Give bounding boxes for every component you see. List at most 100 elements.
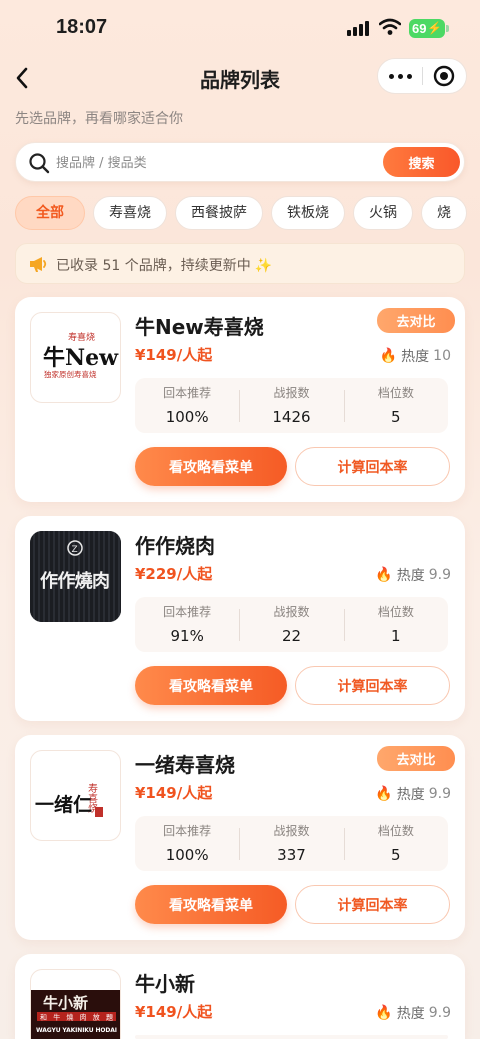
brand-card[interactable]: 牛小新 和牛燒肉放題 WAGYU YAKINIKU HODAI 牛小新 ¥149… <box>15 954 465 1039</box>
stats-panel: 回本推荐 91% 战报数 22 档位数 1 <box>135 597 448 652</box>
category-tab-bbq[interactable]: 烧 <box>421 196 467 230</box>
stat-value: 1426 <box>272 408 311 426</box>
battery-level: 69 <box>412 21 427 36</box>
stat-recommend: 回本推荐 91% <box>135 597 239 652</box>
fire-icon: 🔥 <box>375 786 393 802</box>
brand-price: ¥149/人起 <box>135 1003 213 1021</box>
brand-name: 牛小新 <box>135 972 195 996</box>
stat-recommend: 回本推荐 100% <box>135 816 239 871</box>
stat-value: 100% <box>165 408 209 426</box>
notice-bar: 已收录 51 个品牌，持续更新中 ✨ <box>15 243 465 284</box>
mini-program-capsule <box>377 58 467 94</box>
wifi-icon <box>378 18 402 36</box>
category-tab-western-pizza[interactable]: 西餐披萨 <box>175 196 263 230</box>
logo-sub-text: 独家原创寿喜烧 <box>44 369 97 379</box>
search-button[interactable]: 搜索 <box>383 147 460 177</box>
stat-value: 91% <box>170 627 204 645</box>
brand-logo: 牛小新 和牛燒肉放題 WAGYU YAKINIKU HODAI <box>30 969 121 1039</box>
category-tabs: 全部 寿喜烧 西餐披萨 铁板烧 火锅烧 <box>15 196 480 232</box>
heat-label: 热度 <box>396 787 425 803</box>
brand-card[interactable]: 寿喜烧 一绪仁 一绪寿喜烧 ¥149/人起 去对比 🔥 热度 9.9 回本推荐 100… <box>15 735 465 940</box>
stat-tiers: 档位数 5 <box>343 378 448 433</box>
page-subtitle: 先选品牌，再看哪家适合你 <box>15 111 183 127</box>
stat-reports: 战报数 1426 <box>239 378 343 433</box>
category-tab-hotpot[interactable]: 火锅 <box>353 196 413 230</box>
battery-icon: 69 ⚡ <box>409 19 445 38</box>
heat-value: 9.9 <box>428 786 451 802</box>
stat-reports: 战报数 337 <box>239 816 343 871</box>
calc-return-button[interactable]: 计算回本率 <box>295 447 450 486</box>
calc-return-button[interactable]: 计算回本率 <box>295 885 450 924</box>
signal-icon <box>347 20 371 36</box>
stat-recommend: 回本推荐 100% <box>135 378 239 433</box>
stat-value: 100% <box>165 846 209 864</box>
stat-label: 回本推荐 <box>163 824 212 838</box>
brand-logo: Z 作作燒肉 <box>30 531 121 622</box>
category-tab-all[interactable]: 全部 <box>15 196 85 230</box>
guide-menu-button[interactable]: 看攻略看菜单 <box>135 885 287 924</box>
heat-indicator: 🔥 热度 10 <box>380 346 451 366</box>
brand-logo: 寿喜烧 牛New 独家原创寿喜烧 <box>30 312 121 403</box>
megaphone-icon <box>30 257 47 272</box>
heat-value: 10 <box>433 348 451 364</box>
stat-label: 战报数 <box>273 824 310 838</box>
status-time: 18:07 <box>56 16 108 38</box>
stat-label: 档位数 <box>377 386 414 400</box>
fire-icon: 🔥 <box>375 567 393 583</box>
notice-label: 已收录 51 个品牌，持续更新中 <box>56 258 251 274</box>
brand-price: ¥229/人起 <box>135 565 213 583</box>
stat-value: 22 <box>281 627 302 645</box>
brand-logo: 寿喜烧 一绪仁 <box>30 750 121 841</box>
stat-value: 5 <box>391 846 401 864</box>
calc-return-button[interactable]: 计算回本率 <box>295 666 450 705</box>
stats-panel: 回本推荐 100% 战报数 1426 档位数 5 <box>135 378 448 433</box>
fire-icon: 🔥 <box>375 1005 393 1021</box>
logo-sub-text: WAGYU YAKINIKU HODAI <box>36 1027 117 1034</box>
heat-value: 9.9 <box>428 1005 451 1021</box>
heat-value: 9.9 <box>428 567 451 583</box>
stat-tiers: 档位数 1 <box>343 597 448 652</box>
brand-card[interactable]: Z 作作燒肉 作作烧肉 ¥229/人起 🔥 热度 9.9 回本推荐 91% 战报数 22… <box>15 516 465 721</box>
logo-top-text: Z <box>72 545 78 555</box>
category-tab-teppanyaki[interactable]: 铁板烧 <box>271 196 345 230</box>
guide-menu-button[interactable]: 看攻略看菜单 <box>135 447 287 486</box>
heat-label: 热度 <box>396 568 425 584</box>
brand-price: ¥149/人起 <box>135 784 213 802</box>
notice-text: 已收录 51 个品牌，持续更新中 ✨ <box>56 255 272 275</box>
brand-name: 作作烧肉 <box>135 534 215 558</box>
battery-tip <box>446 25 449 32</box>
more-button[interactable] <box>378 59 422 93</box>
heat-indicator: 🔥 热度 9.9 <box>375 784 451 804</box>
logo-main-text: 牛New <box>43 345 119 371</box>
close-button[interactable] <box>423 59 466 93</box>
stats-panel: 回本推荐 100% 战报数 337 档位数 5 <box>135 816 448 871</box>
brand-name: 一绪寿喜烧 <box>135 753 235 777</box>
stat-label: 战报数 <box>273 386 310 400</box>
guide-menu-button[interactable]: 看攻略看菜单 <box>135 666 287 705</box>
stat-reports: 战报数 22 <box>239 597 343 652</box>
heat-indicator: 🔥 热度 9.9 <box>375 565 451 585</box>
category-tab-sukiyaki[interactable]: 寿喜烧 <box>93 196 167 230</box>
brand-card[interactable]: 寿喜烧 牛New 独家原创寿喜烧 牛New寿喜烧 ¥149/人起 去对比 🔥 热度… <box>15 297 465 502</box>
compare-button[interactable]: 去对比 <box>377 746 455 771</box>
stats-panel <box>135 1035 448 1039</box>
stat-tiers: 档位数 5 <box>343 816 448 871</box>
logo-top-text: 寿喜烧 <box>68 331 95 343</box>
search-box: 搜索 <box>15 142 465 182</box>
stat-label: 回本推荐 <box>163 386 212 400</box>
compare-button[interactable]: 去对比 <box>377 308 455 333</box>
stat-value: 1 <box>391 627 401 645</box>
stat-value: 5 <box>391 408 401 426</box>
target-icon <box>434 65 455 87</box>
logo-main-text: 牛小新 <box>43 994 88 1012</box>
stat-label: 回本推荐 <box>163 605 212 619</box>
search-input[interactable] <box>56 151 356 175</box>
brand-name: 牛New寿喜烧 <box>135 315 264 339</box>
brand-price: ¥149/人起 <box>135 346 213 364</box>
heat-label: 热度 <box>401 349 430 365</box>
heat-indicator: 🔥 热度 9.9 <box>375 1003 451 1023</box>
stat-label: 战报数 <box>273 605 310 619</box>
status-bar: 18:07 69 ⚡ <box>0 0 480 58</box>
fire-icon: 🔥 <box>379 348 398 364</box>
heat-label: 热度 <box>396 1006 425 1022</box>
